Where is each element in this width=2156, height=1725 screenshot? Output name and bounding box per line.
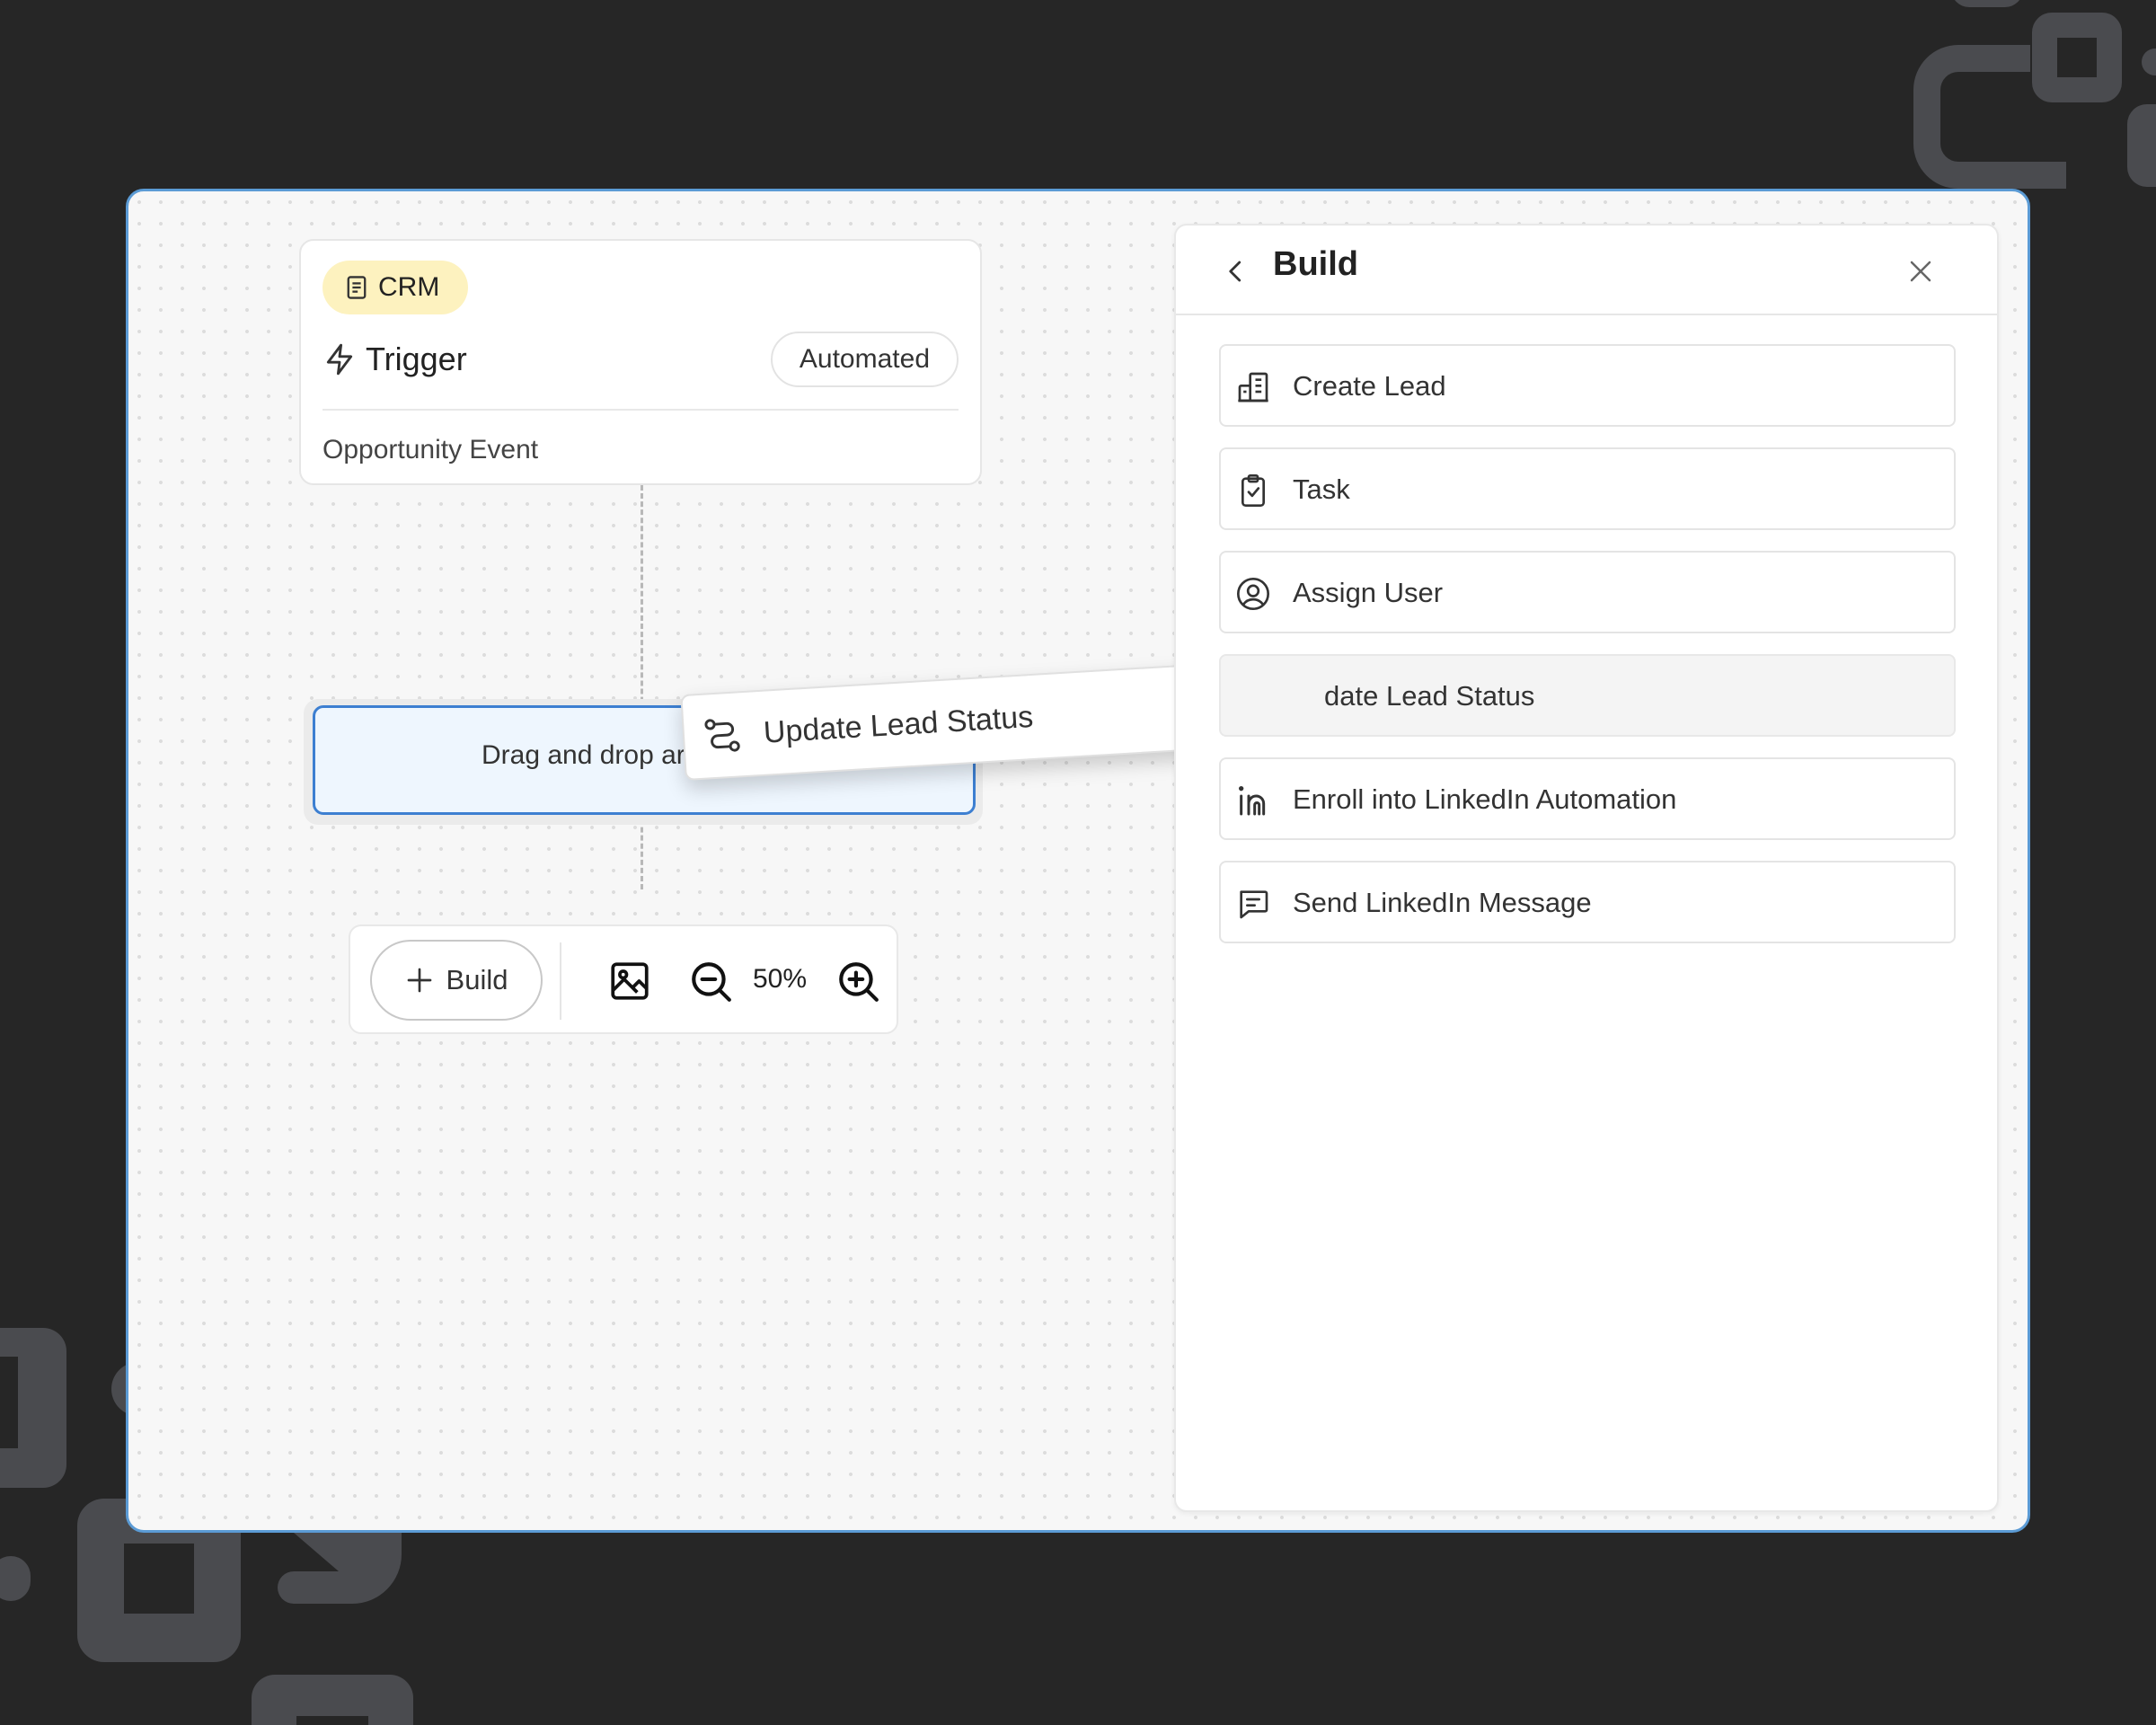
trigger-divider — [323, 409, 959, 411]
flow-connector — [641, 485, 643, 889]
action-label: date Lead Status — [1324, 680, 1535, 712]
toolbar-separator — [560, 942, 561, 1020]
zoom-in-icon[interactable] — [835, 959, 880, 1004]
route-icon — [704, 719, 740, 752]
action-label: Create Lead — [1293, 370, 1446, 402]
image-icon[interactable] — [607, 959, 652, 1004]
action-list: Create Lead Task Assign User date Lead S… — [1219, 344, 1956, 964]
action-label: Task — [1293, 473, 1350, 505]
build-panel-title: Build — [1273, 245, 1358, 283]
action-label: Send LinkedIn Message — [1293, 887, 1592, 918]
linkedin-icon — [1239, 786, 1266, 816]
action-label: Enroll into LinkedIn Automation — [1293, 783, 1677, 815]
chevron-left-icon[interactable] — [1223, 256, 1250, 287]
build-panel: Build Create Lead Task Assign User date … — [1174, 224, 1999, 1512]
trigger-card[interactable]: CRM Trigger Automated Opportunity Event — [299, 239, 982, 485]
action-enroll-linkedin[interactable]: Enroll into LinkedIn Automation — [1219, 757, 1956, 840]
trigger-header: Trigger Automated — [323, 331, 959, 388]
build-button-label: Build — [446, 964, 508, 995]
canvas-toolbar: Build 50% — [349, 924, 898, 1034]
plus-icon — [407, 968, 431, 993]
action-task[interactable]: Task — [1219, 447, 1956, 530]
clipboard-check-icon — [1241, 474, 1265, 507]
placeholder-mask — [1223, 658, 1321, 733]
build-panel-header: Build — [1176, 226, 1997, 315]
action-send-linkedin-message[interactable]: Send LinkedIn Message — [1219, 861, 1956, 943]
lightning-icon — [326, 343, 353, 376]
build-button[interactable]: Build — [370, 940, 543, 1021]
message-icon — [1240, 890, 1268, 919]
building-icon — [1238, 372, 1268, 402]
trigger-event-label: Opportunity Event — [323, 435, 539, 464]
trigger-title: Trigger — [366, 341, 467, 377]
zoom-out-icon[interactable] — [688, 959, 733, 1004]
dragging-action-label: Update Lead Status — [762, 699, 1035, 750]
action-assign-user[interactable]: Assign User — [1219, 551, 1956, 633]
user-circle-icon — [1237, 578, 1269, 610]
close-icon[interactable] — [1907, 258, 1934, 285]
document-icon — [347, 276, 367, 299]
action-label: Assign User — [1293, 577, 1444, 608]
crm-badge-label: CRM — [378, 272, 440, 302]
drop-zone-label: Drag and drop ar — [482, 740, 685, 770]
zoom-level: 50% — [753, 964, 808, 994]
workflow-builder-window: CRM Trigger Automated Opportunity Event … — [126, 189, 2030, 1533]
automated-pill[interactable]: Automated — [770, 332, 959, 387]
crm-badge: CRM — [323, 261, 469, 314]
action-update-lead-status-placeholder[interactable]: date Lead Status — [1219, 654, 1956, 737]
action-create-lead[interactable]: Create Lead — [1219, 344, 1956, 427]
